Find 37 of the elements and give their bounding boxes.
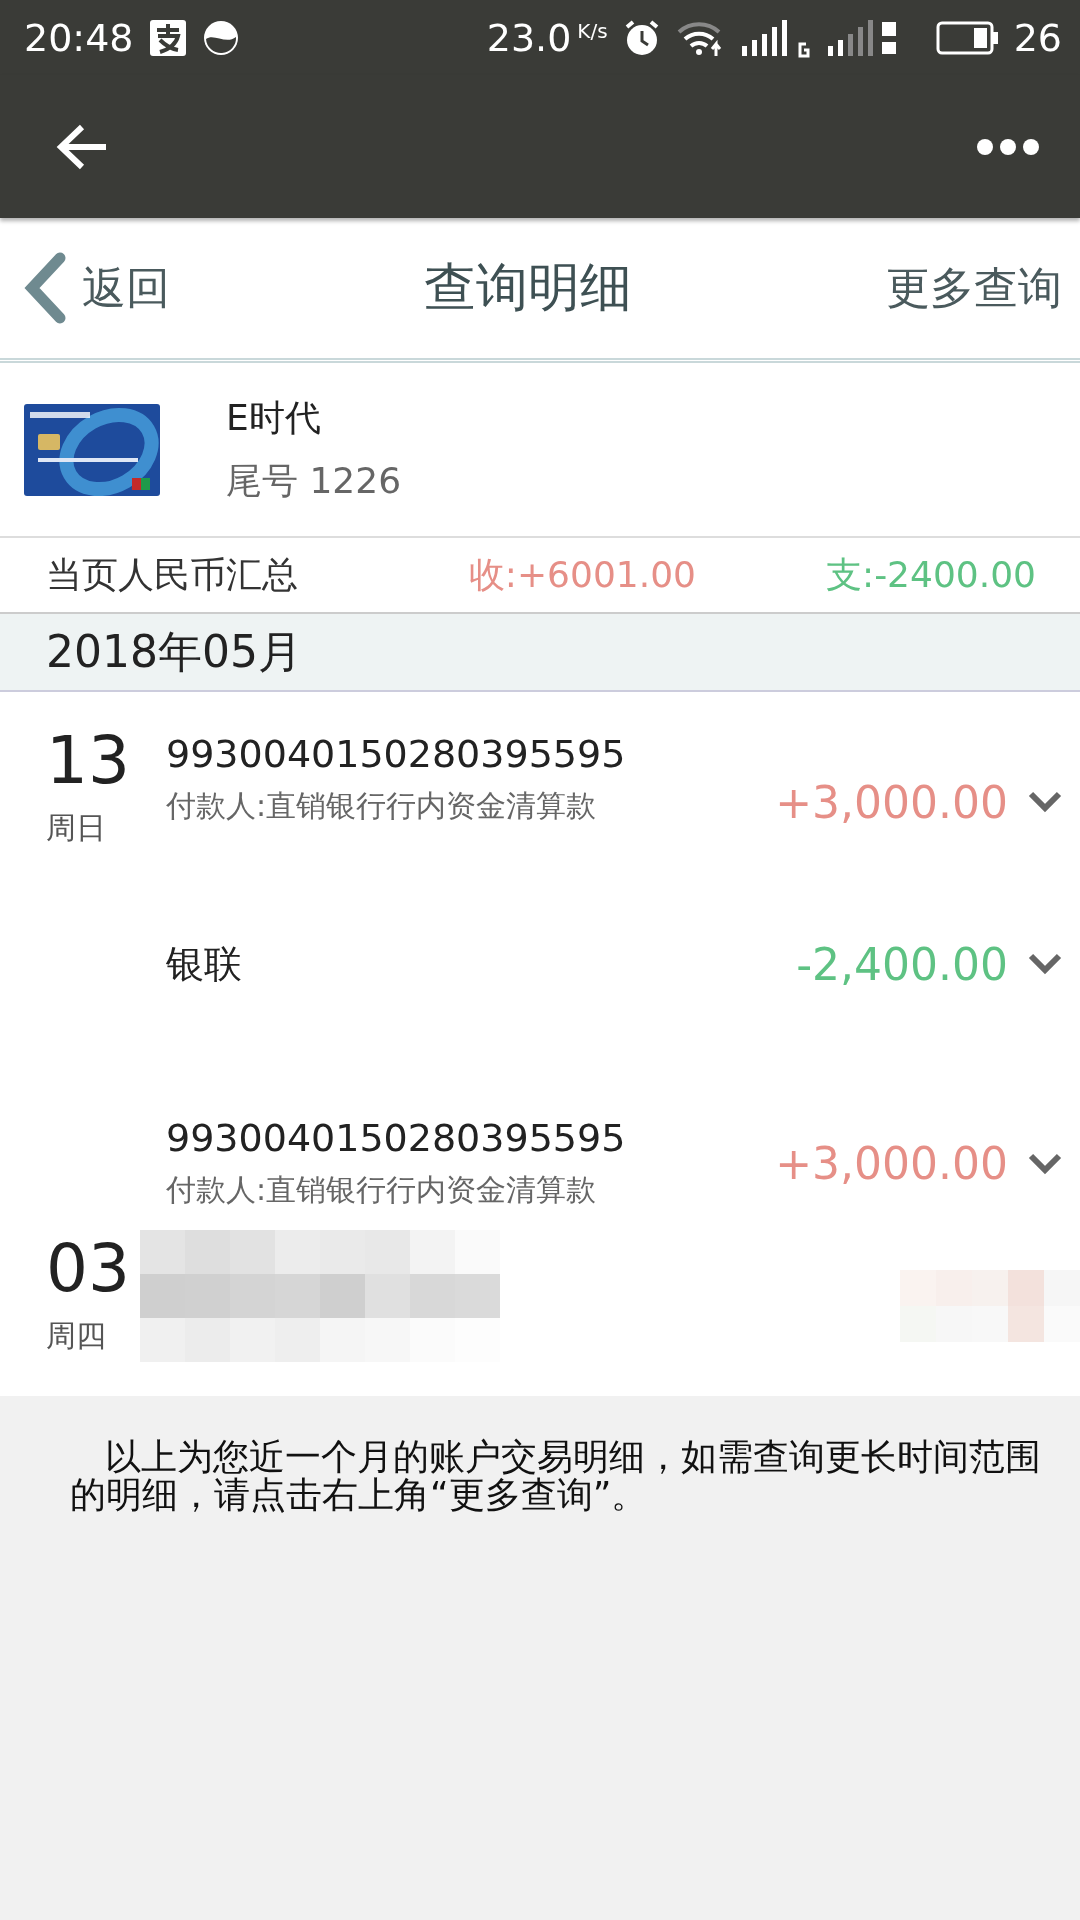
day-number: 03: [46, 1236, 130, 1302]
chevron-left-icon: [22, 252, 68, 324]
network-speed: 23.0: [486, 15, 572, 60]
expense-total: 支:-2400.00: [826, 552, 1036, 597]
notice-text: 以上为您近一个月的账户交易明细，如需查询更长时间范围的明细，请点击右上角“更多查询”。: [70, 1438, 1042, 1514]
transaction-payer: 付款人:直销银行行内资金清算款: [166, 787, 598, 825]
page-title: 查询明细: [423, 256, 633, 319]
income-total: 收:+6001.00: [468, 552, 696, 597]
speed-unit: K/s: [577, 18, 608, 43]
transaction-title: 银联: [166, 940, 243, 988]
battery-level: 26: [1013, 15, 1062, 60]
cell-signal-icon: [739, 17, 812, 58]
more-menu-icon[interactable]: [976, 137, 1040, 156]
expand-chevron-icon[interactable]: [1028, 953, 1062, 975]
card-tail-number: 尾号 1226: [226, 458, 402, 503]
transaction-payer: 付款人:直销银行行内资金清算款: [166, 1171, 598, 1209]
transaction-amount: +3,000.00: [775, 1138, 1008, 1189]
account-name: E时代: [226, 395, 322, 440]
more-query-link[interactable]: 更多查询: [886, 258, 1062, 318]
half-circle-icon: [201, 18, 240, 57]
back-button[interactable]: 返回: [22, 252, 170, 324]
month-heading: 2018年05月: [46, 624, 302, 679]
transaction-title: 9930040150280395595: [166, 1116, 627, 1160]
transaction-amount: +3,000.00: [775, 776, 1008, 828]
expand-chevron-icon[interactable]: [1028, 791, 1062, 813]
weekday-label: 周四: [46, 1317, 106, 1355]
transaction-amount: -2,400.00: [796, 938, 1008, 990]
summary-label: 当页人民币汇总: [46, 552, 299, 597]
transaction-title: 9930040150280395595: [166, 732, 627, 776]
payment-app-icon: [147, 17, 188, 58]
clock-time: 20:48: [24, 15, 134, 60]
bank-card-icon: [24, 403, 160, 496]
expand-chevron-icon[interactable]: [1028, 1152, 1062, 1175]
day-number: 13: [46, 728, 130, 794]
battery-icon: [935, 19, 1000, 56]
weekday-label: 周日: [46, 809, 106, 847]
back-arrow-icon[interactable]: [56, 123, 108, 170]
